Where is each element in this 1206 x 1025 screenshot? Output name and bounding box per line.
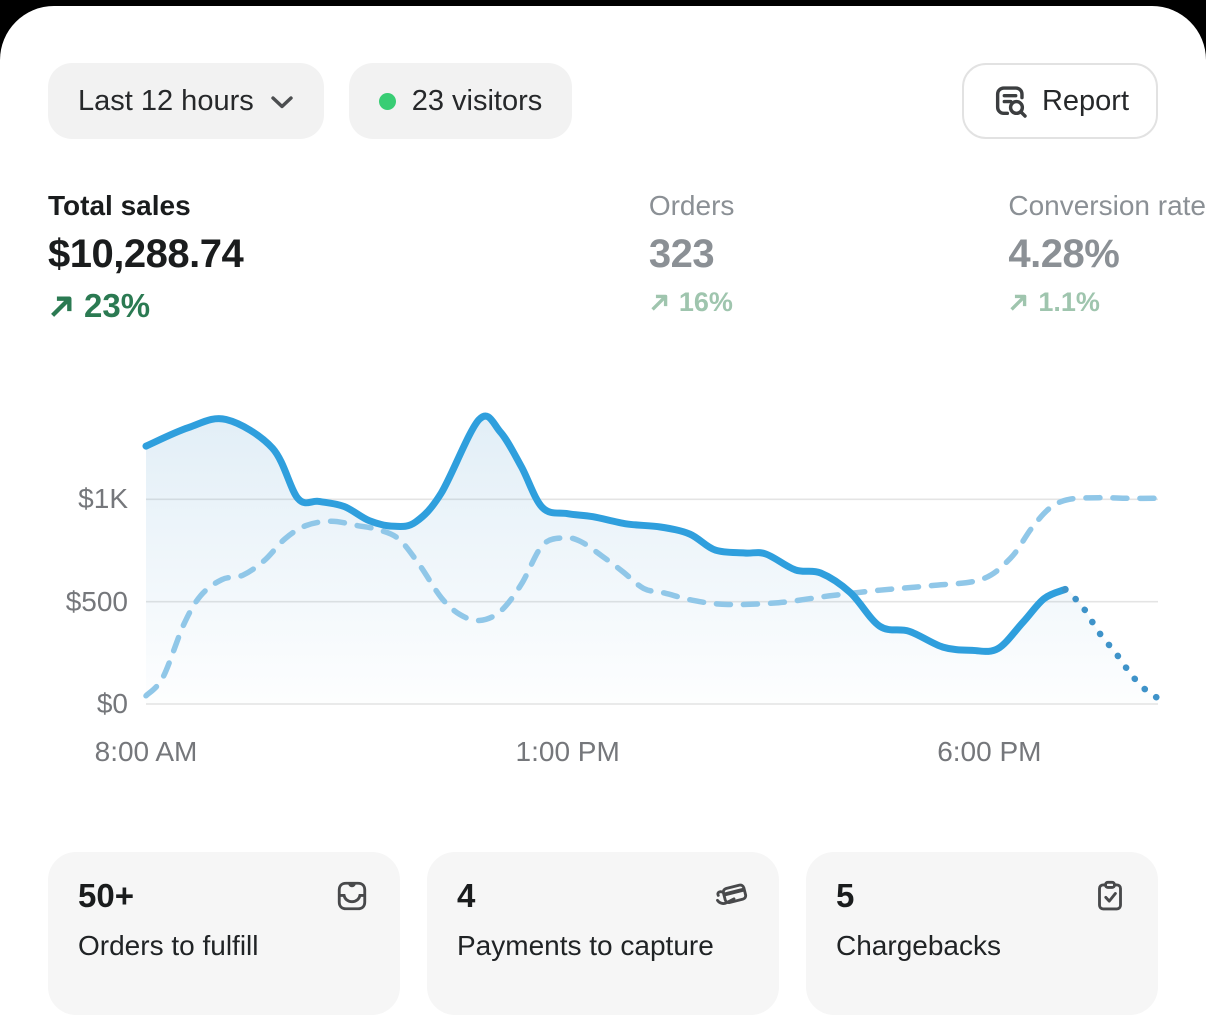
visitors-count-label: 23 visitors xyxy=(412,85,543,118)
report-icon xyxy=(991,82,1029,120)
card-payments-to-capture[interactable]: 4 Payments to capture xyxy=(427,852,779,1015)
trend-up-arrow-icon xyxy=(48,293,75,320)
y-axis-tick: $500 xyxy=(0,585,128,619)
metric-delta: 16% xyxy=(649,287,1009,318)
chevron-down-icon xyxy=(270,95,294,110)
metric-delta-value: 23% xyxy=(84,287,150,325)
report-label: Report xyxy=(1042,85,1129,118)
y-axis-tick: $0 xyxy=(0,687,128,721)
topbar: Last 12 hours 23 visitors Report xyxy=(0,6,1206,139)
report-button[interactable]: Report xyxy=(962,63,1158,139)
card-label: Payments to capture xyxy=(457,930,749,962)
metric-orders[interactable]: Orders 323 16% xyxy=(649,189,1009,318)
clipboard-check-icon xyxy=(1092,878,1128,914)
metric-delta: 1.1% xyxy=(1008,287,1206,318)
metric-value: 323 xyxy=(649,231,1009,277)
card-count: 50+ xyxy=(78,878,134,914)
metric-label: Conversion rate xyxy=(1008,189,1206,223)
live-indicator-dot xyxy=(379,93,396,110)
card-count: 4 xyxy=(457,878,475,914)
metric-delta-value: 1.1% xyxy=(1038,287,1100,318)
analytics-sheet: Last 12 hours 23 visitors Report Total s… xyxy=(0,6,1206,1025)
metric-label: Orders xyxy=(649,189,1009,223)
metric-delta-value: 16% xyxy=(679,287,733,318)
card-chargebacks[interactable]: 5 Chargebacks xyxy=(806,852,1158,1015)
card-count: 5 xyxy=(836,878,854,914)
card-label: Chargebacks xyxy=(836,930,1128,962)
trend-up-arrow-icon xyxy=(649,292,670,313)
date-range-label: Last 12 hours xyxy=(78,85,254,118)
date-range-button[interactable]: Last 12 hours xyxy=(48,63,324,139)
card-orders-to-fulfill[interactable]: 50+ Orders to fulfill xyxy=(48,852,400,1015)
metric-value: 4.28% xyxy=(1008,231,1206,277)
chart-plot-area[interactable] xyxy=(146,397,1158,704)
payment-hand-icon xyxy=(713,878,749,914)
trend-up-arrow-icon xyxy=(1008,292,1029,313)
orders-inbox-icon xyxy=(334,878,370,914)
metric-label: Total sales xyxy=(48,189,649,223)
x-axis-tick: 1:00 PM xyxy=(516,736,620,768)
card-label: Orders to fulfill xyxy=(78,930,370,962)
live-visitors-button[interactable]: 23 visitors xyxy=(349,63,573,139)
metric-conversion-rate[interactable]: Conversion rate 4.28% 1.1% xyxy=(1008,189,1206,318)
metric-total-sales[interactable]: Total sales $10,288.74 23% xyxy=(48,189,649,325)
y-axis-tick: $1K xyxy=(0,482,128,516)
x-axis-tick: 8:00 AM xyxy=(95,736,198,768)
action-cards-row: 50+ Orders to fulfill 4 xyxy=(48,852,1158,1015)
x-axis-tick: 6:00 PM xyxy=(937,736,1041,768)
sales-chart: $1K $500 $0 xyxy=(0,397,1206,704)
metrics-row: Total sales $10,288.74 23% Orders 323 16… xyxy=(0,139,1206,325)
x-axis: 8:00 AM 1:00 PM 6:00 PM xyxy=(0,736,1206,776)
metric-value: $10,288.74 xyxy=(48,231,649,277)
metric-delta: 23% xyxy=(48,287,649,325)
